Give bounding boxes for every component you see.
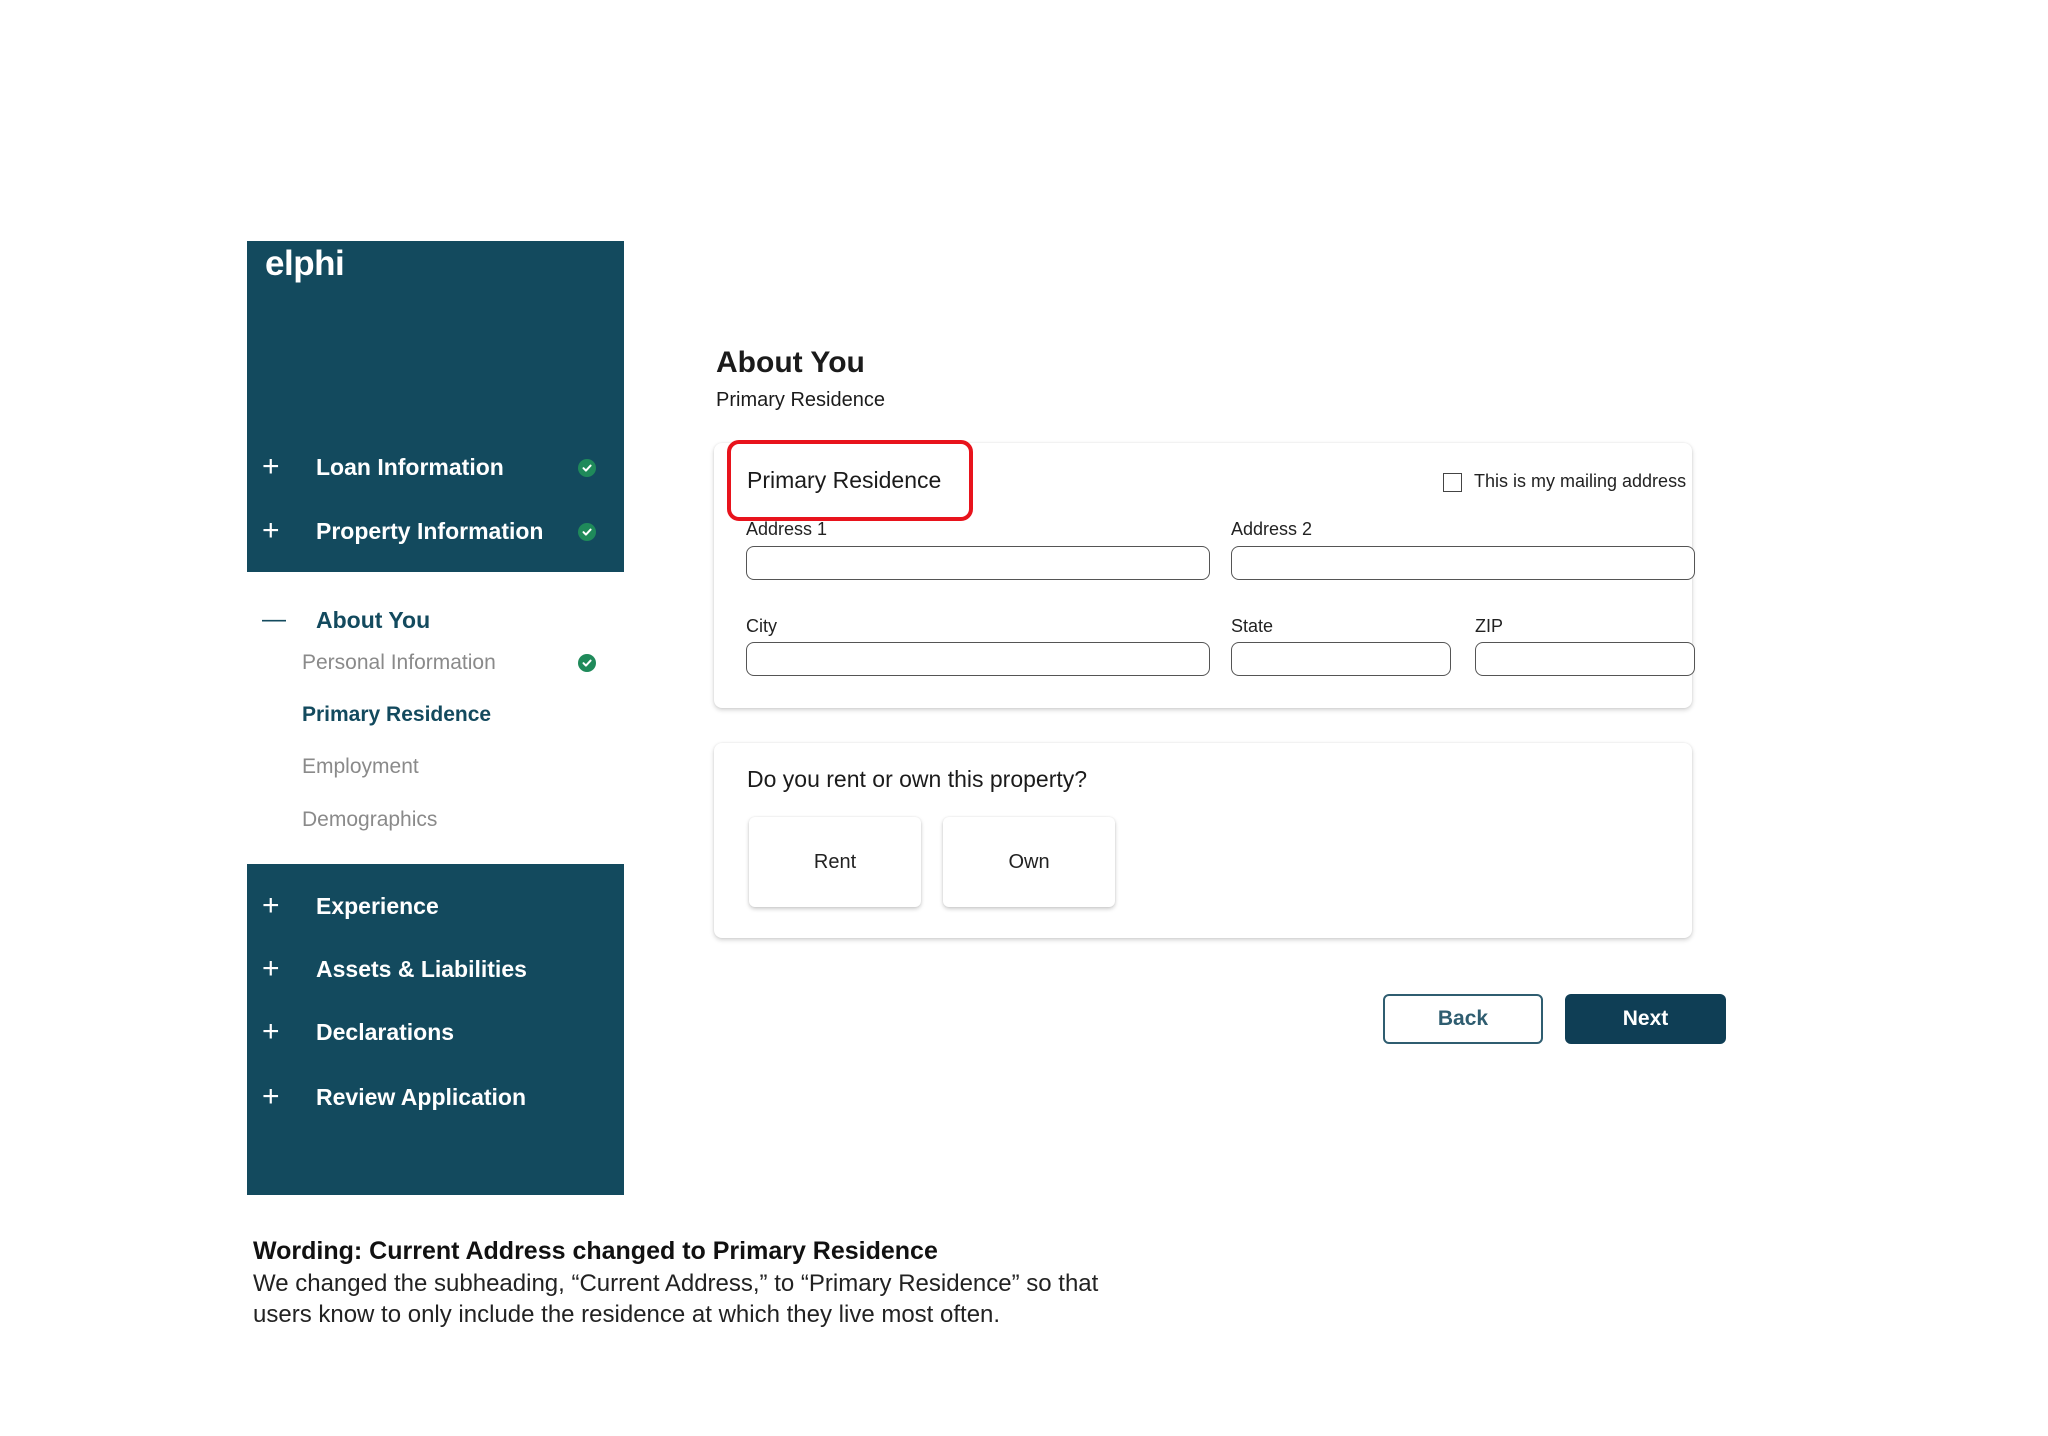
elphi-logo: elphi — [265, 244, 345, 283]
sidebar-item-label: Assets & Liabilities — [316, 955, 527, 982]
mailing-address-label: This is my mailing address — [1474, 471, 1687, 491]
address2-label: Address 2 — [1231, 519, 1313, 539]
zip-label: ZIP — [1475, 616, 1504, 636]
sidebar-item-loan-information[interactable]: + Loan Information — [262, 447, 612, 487]
plus-icon: + — [262, 1015, 280, 1048]
ownership-question: Do you rent or own this property? — [747, 766, 1088, 792]
page-subtitle: Primary Residence — [716, 389, 885, 411]
plus-icon: + — [262, 1080, 280, 1113]
check-circle-icon — [578, 523, 596, 541]
address2-input[interactable] — [1231, 546, 1695, 580]
address-card-title: Primary Residence — [747, 467, 942, 493]
sidebar-item-label: Experience — [316, 892, 439, 919]
sidebar-item-experience[interactable]: + Experience — [262, 886, 612, 926]
sidebar-item-label: Declarations — [316, 1018, 455, 1045]
sidebar-subitem-employment[interactable]: Employment — [302, 750, 612, 784]
state-input[interactable] — [1231, 642, 1451, 676]
sidebar-item-review-application[interactable]: + Review Application — [262, 1077, 612, 1117]
mailing-address-checkbox[interactable] — [1443, 473, 1462, 492]
annotation-body: We changed the subheading, “Current Addr… — [253, 1270, 1099, 1328]
annotation-title: Wording: Current Address changed to Prim… — [253, 1237, 938, 1265]
rent-option-button[interactable]: Rent — [749, 817, 921, 907]
city-label: City — [746, 616, 777, 636]
sidebar-item-label: Loan Information — [316, 453, 504, 480]
check-circle-icon — [578, 459, 596, 477]
sidebar-subitem-personal-information[interactable]: Personal Information — [302, 646, 612, 680]
page-title: About You — [716, 346, 865, 379]
next-button[interactable]: Next — [1565, 994, 1726, 1044]
sidebar-subitem-demographics[interactable]: Demographics — [302, 803, 612, 837]
sidebar-item-property-information[interactable]: + Property Information — [262, 511, 612, 551]
sidebar-subitem-label: Demographics — [302, 808, 438, 831]
sidebar-item-label: Review Application — [316, 1083, 527, 1110]
sidebar-subitem-primary-residence[interactable]: Primary Residence — [302, 698, 612, 732]
address1-input[interactable] — [746, 546, 1210, 580]
sidebar-subitem-label: Employment — [302, 755, 419, 778]
minus-icon: — — [262, 606, 286, 633]
city-input[interactable] — [746, 642, 1210, 676]
state-label: State — [1231, 616, 1274, 636]
check-circle-icon — [578, 654, 596, 672]
address1-label: Address 1 — [746, 519, 828, 539]
zip-input[interactable] — [1475, 642, 1695, 676]
plus-icon: + — [262, 450, 280, 483]
sidebar-item-label: About You — [316, 606, 431, 633]
sidebar-item-label: Property Information — [316, 517, 544, 544]
sidebar-item-about-you[interactable]: — About You — [262, 600, 612, 640]
sidebar-item-assets-liabilities[interactable]: + Assets & Liabilities — [262, 949, 612, 989]
plus-icon: + — [262, 952, 280, 985]
own-option-button[interactable]: Own — [943, 817, 1115, 907]
sidebar-item-declarations[interactable]: + Declarations — [262, 1012, 612, 1052]
sidebar-subitem-label: Personal Information — [302, 651, 496, 674]
sidebar-subitem-label: Primary Residence — [302, 703, 492, 726]
back-button[interactable]: Back — [1383, 994, 1543, 1044]
plus-icon: + — [262, 889, 280, 922]
plus-icon: + — [262, 514, 280, 547]
